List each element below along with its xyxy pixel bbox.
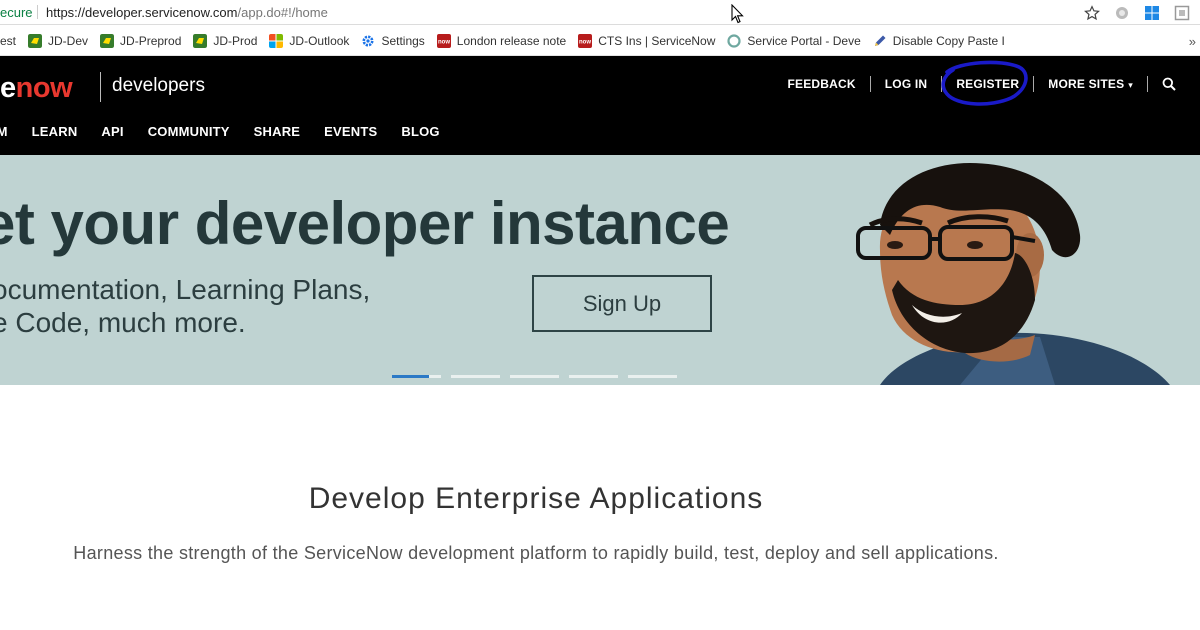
bookmarks-bar: est JD-Dev JD-Preprod JD-Prod JD-Outlook…	[0, 26, 1200, 56]
register-link[interactable]: REGISTER	[956, 77, 1019, 91]
bookmark-label: JD-Prod	[213, 33, 258, 48]
deere-icon	[28, 33, 43, 48]
url-text[interactable]: https://developer.servicenow.com/app.do#…	[46, 5, 328, 20]
page: ecure https://developer.servicenow.com/a…	[0, 0, 1200, 630]
nav-item-team[interactable]: AM	[0, 124, 8, 139]
browser-toolbar	[1084, 0, 1200, 25]
register-wrapper: REGISTER	[941, 60, 1029, 106]
hero-banner: et your developer instance ocumentation,…	[0, 155, 1200, 385]
now-icon: now	[578, 33, 593, 48]
bookmark-label: est	[0, 33, 17, 48]
bookmark-1[interactable]: JD-Dev	[28, 33, 100, 48]
feedback-link[interactable]: FEEDBACK	[787, 77, 855, 91]
url-host: https://developer.servicenow.com	[46, 4, 238, 20]
caret-down-icon: ▾	[1128, 80, 1133, 90]
login-link[interactable]: LOG IN	[885, 77, 928, 91]
pen-icon	[874, 35, 886, 46]
developers-brand[interactable]: developers	[112, 75, 205, 97]
section-description: Harness the strength of the ServiceNow d…	[73, 543, 999, 563]
nav-item-blog[interactable]: BLOG	[401, 124, 439, 139]
carousel-dot-5[interactable]	[628, 375, 677, 378]
nav-item-share[interactable]: SHARE	[254, 124, 301, 139]
section-title: Develop Enterprise Applications	[308, 482, 764, 515]
nav-divider	[869, 76, 871, 92]
bookmark-label: Disable Copy Paste I	[892, 33, 1005, 48]
servicenow-logo[interactable]: enow	[0, 72, 73, 105]
extension-icon[interactable]	[1174, 5, 1190, 21]
address-bar[interactable]: ecure https://developer.servicenow.com/a…	[0, 0, 1200, 25]
bookmark-9[interactable]: Disable Copy Paste I	[873, 34, 1017, 48]
hero-subtitle-line1: ocumentation, Learning Plans,	[0, 274, 371, 305]
svg-text:now: now	[438, 39, 450, 45]
windows-icon[interactable]	[1144, 5, 1160, 21]
portal-icon	[727, 33, 741, 48]
carousel-dot-3[interactable]	[510, 375, 559, 378]
nav-item-events[interactable]: EVENTS	[324, 124, 377, 139]
bookmark-4[interactable]: JD-Outlook	[269, 33, 361, 48]
hero-subtitle: ocumentation, Learning Plans, e Code, mu…	[0, 273, 370, 339]
gear-icon	[362, 35, 374, 46]
carousel-dot-4[interactable]	[569, 375, 618, 378]
nav-divider	[1147, 76, 1148, 92]
bookmark-3[interactable]: JD-Prod	[193, 33, 269, 48]
bookmark-5[interactable]: Settings	[361, 34, 436, 48]
bookmark-6[interactable]: now London release note	[436, 33, 578, 48]
top-nav: FEEDBACK LOG IN REGISTER MORE SITES ▾	[787, 60, 1176, 106]
mouse-cursor-icon	[731, 4, 744, 24]
star-icon[interactable]	[1084, 4, 1100, 21]
bookmark-7[interactable]: now CTS Ins | ServiceNow	[578, 33, 727, 48]
bookmark-label: JD-Preprod	[120, 33, 182, 48]
bookmark-label: London release note	[456, 33, 567, 48]
microsoft-icon	[269, 33, 284, 48]
extension-icon[interactable]	[1114, 5, 1130, 21]
nav-divider	[1033, 76, 1035, 92]
now-icon: now	[436, 33, 451, 48]
hero-title: et your developer instance	[0, 190, 730, 257]
carousel-indicators	[392, 375, 677, 378]
logo-text-now: now	[15, 72, 73, 104]
address-divider	[37, 5, 38, 19]
bookmarks-overflow-button[interactable]: »	[1189, 26, 1196, 55]
nav-item-learn[interactable]: LEARN	[32, 124, 78, 139]
site-header: enow developers FEEDBACK LOG IN REGISTER…	[0, 56, 1200, 155]
more-sites-menu[interactable]: MORE SITES ▾	[1048, 77, 1133, 91]
sign-up-button[interactable]: Sign Up	[532, 275, 712, 332]
bookmark-label: JD-Dev	[48, 33, 89, 48]
bookmark-8[interactable]: Service Portal - Deve	[727, 34, 872, 48]
bookmark-0[interactable]: est	[0, 34, 28, 48]
nav-item-community[interactable]: COMMUNITY	[148, 124, 230, 139]
carousel-dot-1[interactable]	[392, 375, 441, 378]
deere-icon	[193, 33, 208, 48]
hero-subtitle-line2: e Code, much more.	[0, 307, 246, 338]
logo-divider	[100, 72, 101, 102]
bookmark-label: Settings	[381, 33, 425, 48]
logo-text-left: e	[0, 72, 16, 104]
deere-icon	[100, 33, 115, 48]
carousel-dot-2[interactable]	[451, 375, 500, 378]
url-path: /app.do#!/home	[237, 4, 328, 20]
svg-text:now: now	[579, 39, 591, 45]
search-icon[interactable]	[1162, 77, 1176, 91]
bookmark-label: JD-Outlook	[289, 33, 350, 48]
bookmark-label: CTS Ins | ServiceNow	[598, 33, 716, 48]
nav-item-api[interactable]: API	[101, 124, 123, 139]
main-nav: AM LEARN API COMMUNITY SHARE EVENTS BLOG	[0, 124, 440, 139]
more-sites-label: MORE SITES	[1048, 77, 1125, 91]
bookmark-2[interactable]: JD-Preprod	[100, 33, 193, 48]
hero-photo-person	[856, 163, 1170, 385]
bookmark-label: Service Portal - Deve	[747, 33, 861, 48]
secure-label: ecure	[0, 4, 33, 20]
